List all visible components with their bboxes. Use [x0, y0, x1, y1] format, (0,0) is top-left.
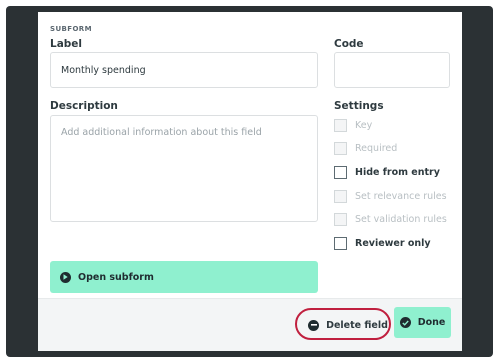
delete-field-label: Delete field	[326, 319, 388, 331]
relevance-rules-checkbox	[334, 190, 347, 203]
minus-circle-icon	[308, 319, 320, 331]
code-field-label: Code	[334, 38, 364, 50]
label-field-label: Label	[50, 38, 83, 50]
validation-rules-checkbox	[334, 213, 347, 226]
key-checkbox	[334, 119, 347, 132]
delete-field-button[interactable]: Delete field	[308, 313, 388, 337]
open-subform-button[interactable]: Open subform	[50, 261, 318, 293]
setting-relevance-rules: Set relevance rules	[334, 190, 447, 203]
setting-reviewer-only-label: Reviewer only	[355, 238, 431, 249]
required-checkbox	[334, 142, 347, 155]
setting-relevance-rules-label: Set relevance rules	[355, 191, 447, 202]
setting-hide-from-entry[interactable]: Hide from entry	[334, 166, 440, 179]
check-circle-icon	[399, 317, 411, 328]
section-title: SUBFORM	[50, 25, 92, 33]
play-circle-icon	[60, 271, 71, 283]
description-textarea[interactable]: Add additional information about this fi…	[50, 115, 318, 222]
setting-required: Required	[334, 142, 397, 155]
setting-validation-rules-label: Set validation rules	[355, 214, 447, 225]
done-label: Done	[417, 317, 446, 328]
description-field-label: Description	[50, 100, 118, 112]
setting-required-label: Required	[355, 143, 398, 154]
reviewer-only-checkbox[interactable]	[334, 237, 347, 250]
setting-key: Key	[334, 119, 372, 132]
done-button[interactable]: Done	[394, 307, 451, 338]
label-input[interactable]: Monthly spending	[50, 52, 318, 88]
setting-key-label: Key	[355, 120, 373, 131]
hide-from-entry-checkbox[interactable]	[334, 166, 347, 179]
setting-validation-rules: Set validation rules	[334, 213, 447, 226]
settings-title: Settings	[334, 100, 384, 112]
setting-hide-from-entry-label: Hide from entry	[355, 167, 440, 178]
dialog-footer: Delete field Done	[38, 298, 462, 351]
code-input[interactable]	[334, 52, 450, 88]
setting-reviewer-only[interactable]: Reviewer only	[334, 237, 431, 250]
subform-dialog: SUBFORM Label Monthly spending Code Desc…	[38, 12, 462, 351]
open-subform-label: Open subform	[78, 271, 154, 283]
